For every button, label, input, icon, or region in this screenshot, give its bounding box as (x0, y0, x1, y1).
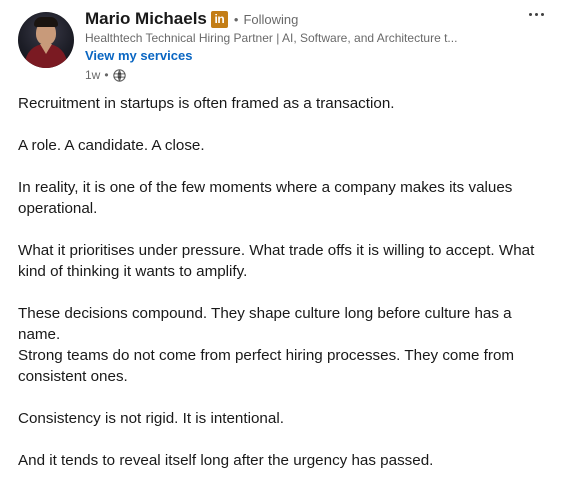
post-body: Recruitment in startups is often framed … (18, 93, 548, 492)
post-age: 1w (85, 68, 101, 82)
author-name[interactable]: Mario Michaels (85, 9, 207, 29)
more-options-icon[interactable] (524, 4, 548, 24)
author-avatar[interactable] (18, 12, 74, 68)
dot (540, 12, 544, 16)
post-paragraph: Recruitment in startups is often framed … (18, 95, 395, 112)
post-paragraph: And it tends to reveal itself long after… (18, 452, 434, 469)
post-paragraph: A role. A candidate. A close. (18, 137, 205, 154)
avatar-hair (34, 17, 58, 27)
linkedin-premium-badge-icon: in (210, 10, 228, 28)
post-paragraph: These decisions compound. They shape cul… (18, 305, 512, 343)
post-header: Mario Michaels in • Following Healthtech… (18, 8, 548, 88)
author-name-row: Mario Michaels in • Following (85, 8, 298, 30)
post-paragraph: Strong teams do not come from perfect hi… (18, 347, 515, 385)
dot (534, 12, 538, 16)
post-paragraph: In reality, it is one of the few moments… (18, 179, 513, 217)
dot (528, 12, 532, 16)
author-headline: Healthtech Technical Hiring Partner | AI… (85, 31, 458, 45)
name-separator: • (233, 11, 239, 27)
post-paragraph: Consistency is not rigid. It is intentio… (18, 410, 284, 427)
view-services-link[interactable]: View my services (85, 48, 192, 63)
globe-icon[interactable] (112, 68, 126, 82)
meta-separator: • (104, 68, 109, 82)
follow-status: Following (243, 11, 299, 27)
post-paragraph: What it prioritises under pressure. What… (18, 242, 535, 280)
feed-post: Mario Michaels in • Following Healthtech… (0, 0, 564, 501)
post-meta: 1w • (85, 67, 126, 83)
